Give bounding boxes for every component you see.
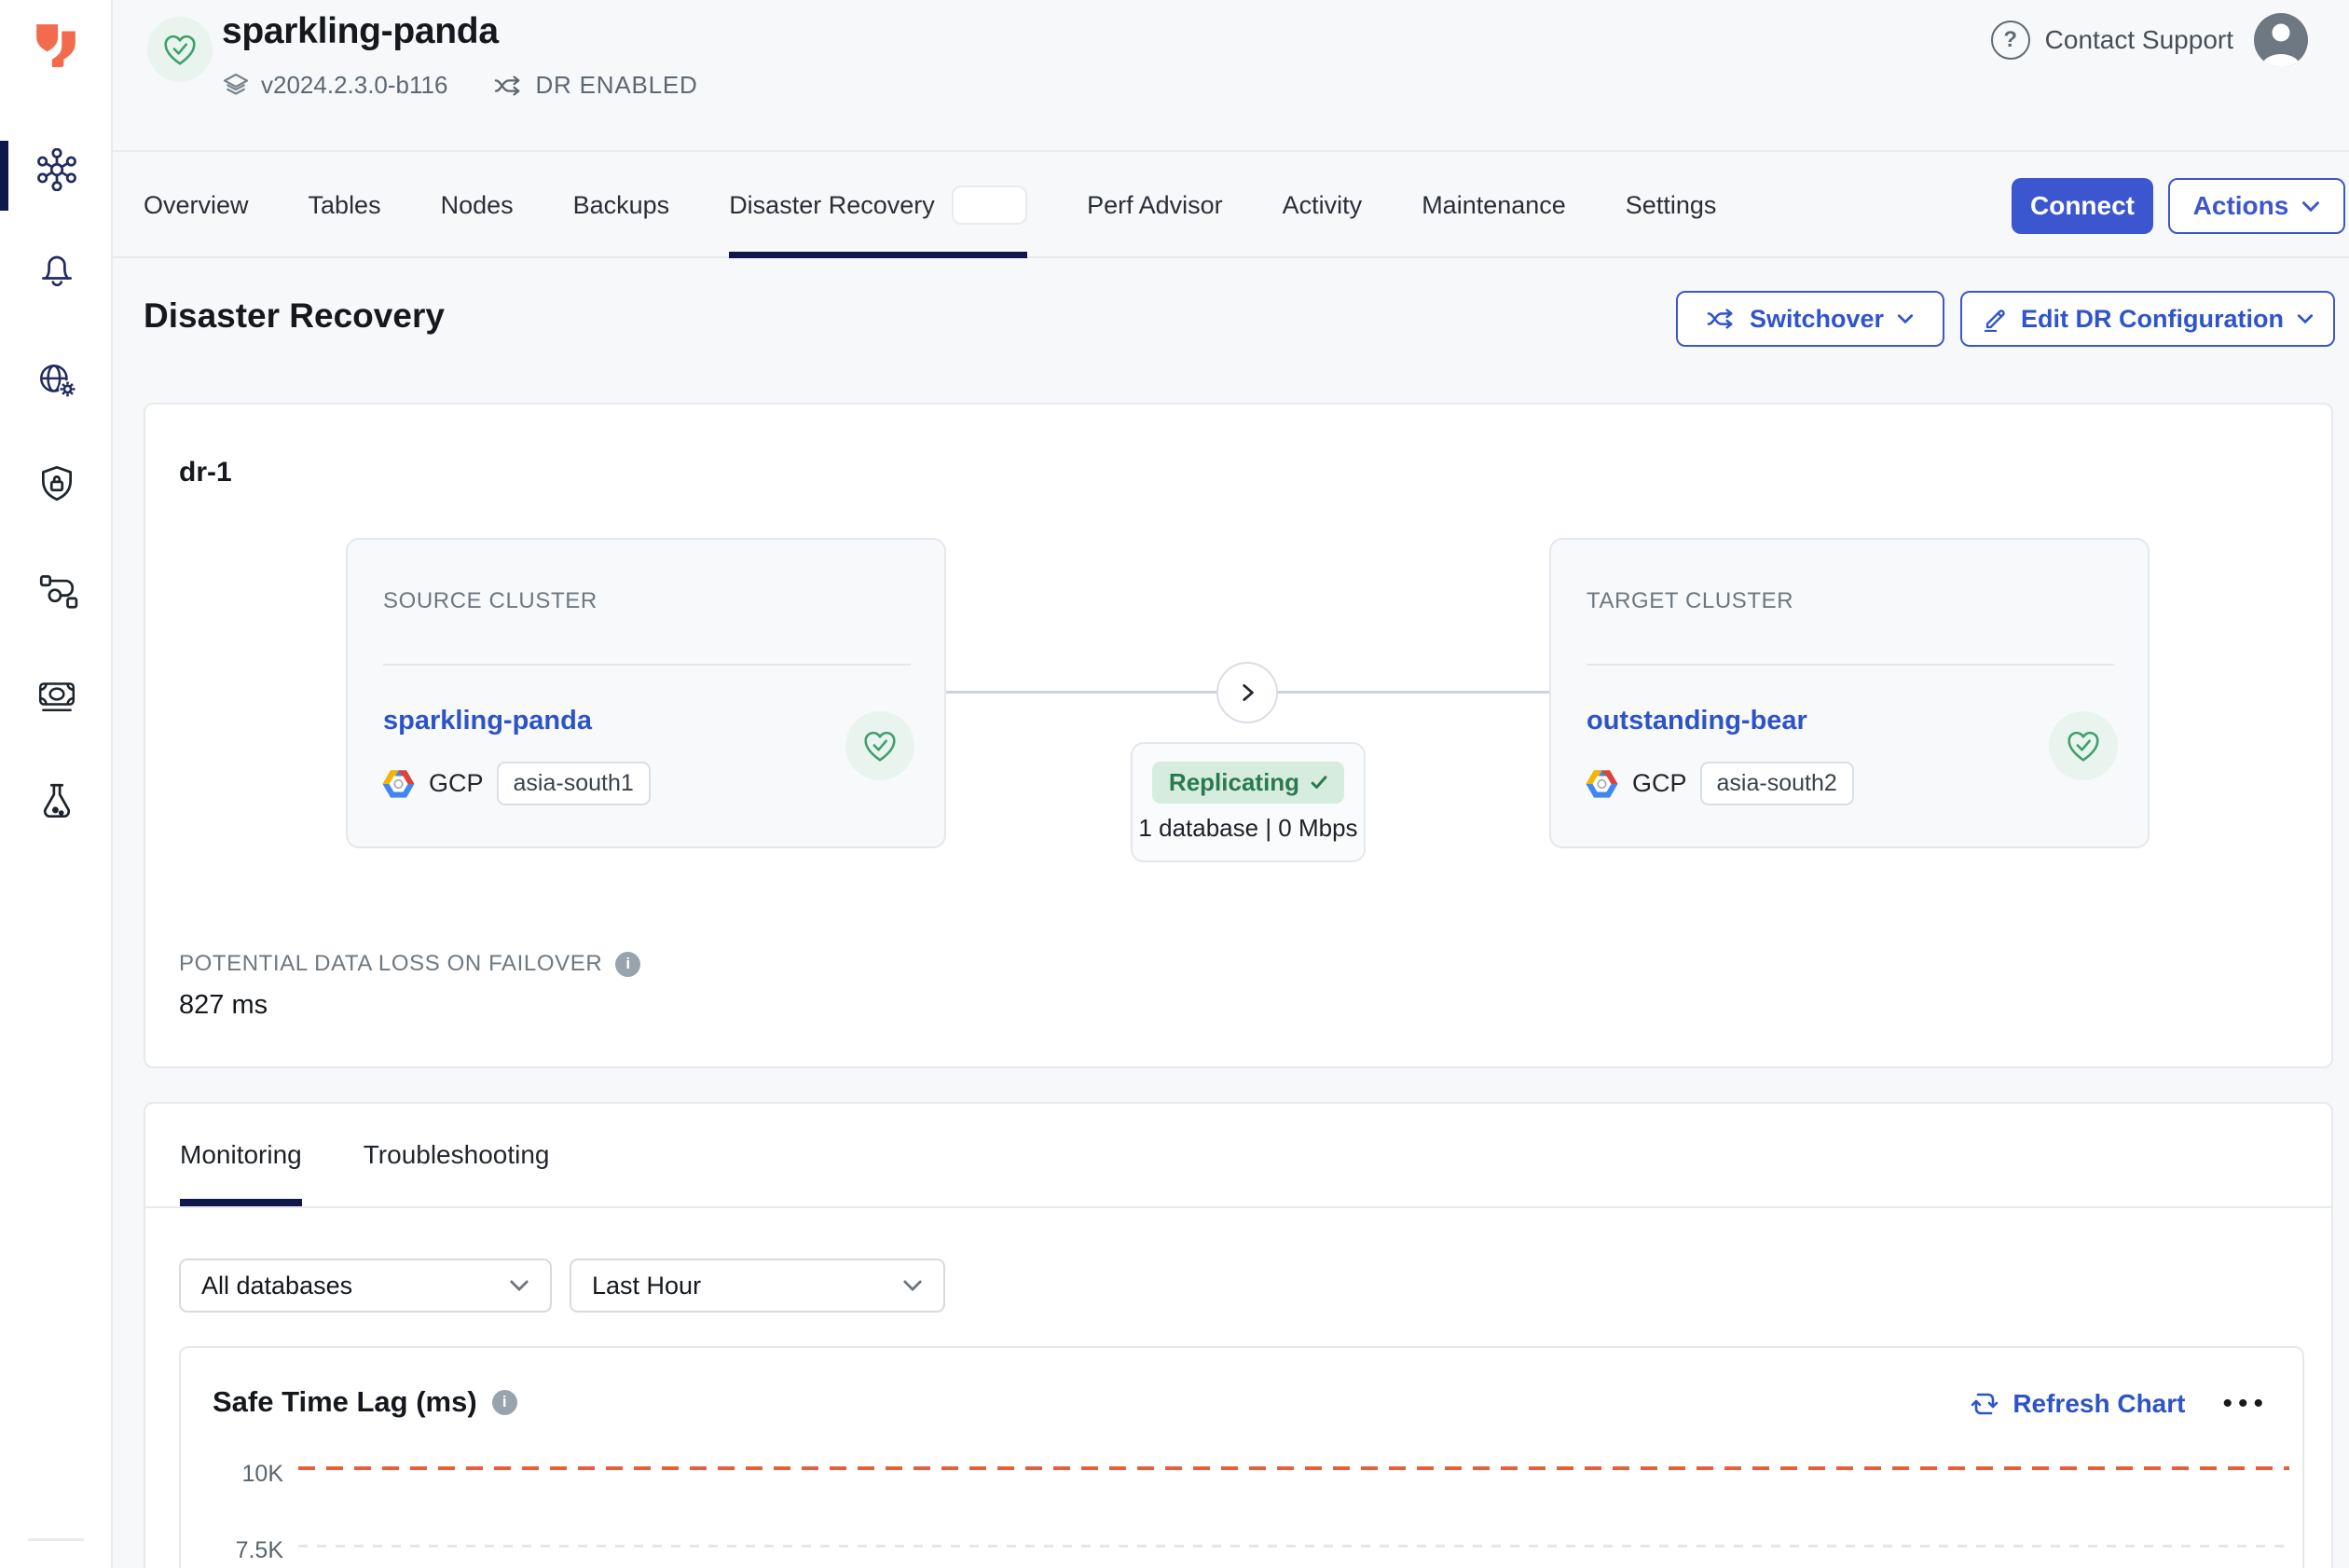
time-range-select[interactable]: Last Hour xyxy=(570,1259,945,1313)
source-health-icon xyxy=(845,711,914,780)
source-region-chip: asia-south1 xyxy=(497,762,651,805)
tab-troubleshooting[interactable]: Troubleshooting xyxy=(364,1104,550,1206)
page-cluster-name: sparkling-panda xyxy=(222,11,499,52)
tab-nodes[interactable]: Nodes xyxy=(441,152,514,258)
y-tick-10k: 10K xyxy=(181,1461,283,1488)
connect-button[interactable]: Connect xyxy=(2012,178,2153,234)
new-badge: New xyxy=(952,186,1027,225)
source-cluster-box: SOURCE CLUSTER sparkling-panda GCP asia-… xyxy=(346,538,946,848)
safe-time-lag-chart-card: Safe Time Lag (ms) i Refresh Chart ••• 1… xyxy=(179,1346,2304,1568)
check-icon xyxy=(1311,776,1327,790)
info-icon[interactable]: i xyxy=(615,952,640,977)
refresh-icon xyxy=(1970,1389,1999,1419)
contact-support-label: Contact Support xyxy=(2045,25,2233,55)
dr-config-name: dr-1 xyxy=(179,457,232,488)
page-title: Disaster Recovery xyxy=(144,296,445,336)
user-avatar[interactable] xyxy=(2254,13,2308,67)
flow-icon xyxy=(35,569,78,612)
shield-lock-icon xyxy=(35,462,78,505)
replication-status-box: Replicating 1 database | 0 Mbps xyxy=(1131,742,1366,862)
gcp-icon xyxy=(381,768,416,800)
yugabyte-logo[interactable] xyxy=(30,21,82,67)
target-cluster-link[interactable]: outstanding-bear xyxy=(1587,706,1807,736)
refresh-chart-button[interactable]: Refresh Chart xyxy=(1970,1389,2185,1419)
tab-activity[interactable]: Activity xyxy=(1283,152,1363,258)
version-label: v2024.2.3.0-b116 xyxy=(261,71,447,100)
globe-gear-icon xyxy=(35,359,78,402)
switchover-button[interactable]: Switchover xyxy=(1676,291,1944,347)
replication-direction-button[interactable] xyxy=(1216,662,1278,723)
tab-perf-advisor[interactable]: Perf Advisor xyxy=(1087,152,1223,258)
target-cluster-label: TARGET CLUSTER xyxy=(1587,588,1793,614)
dr-enabled-badge: DR ENABLED xyxy=(535,71,697,100)
switchover-icon xyxy=(1707,308,1737,330)
sidebar-item-security[interactable] xyxy=(35,462,78,505)
layers-icon xyxy=(222,72,250,100)
replication-status-badge: Replicating xyxy=(1152,762,1344,804)
sidebar-item-integrations[interactable] xyxy=(35,569,78,612)
sidebar-item-labs[interactable] xyxy=(35,780,78,823)
tab-maintenance[interactable]: Maintenance xyxy=(1422,152,1566,258)
source-cluster-label: SOURCE CLUSTER xyxy=(383,588,598,614)
actions-button[interactable]: Actions xyxy=(2168,178,2345,234)
source-cluster-link[interactable]: sparkling-panda xyxy=(383,706,592,736)
threshold-line xyxy=(298,1466,2289,1470)
gcp-icon xyxy=(1585,768,1619,800)
chevron-down-icon xyxy=(2301,200,2320,213)
contact-support-link[interactable]: ? Contact Support xyxy=(1991,21,2233,60)
bell-icon xyxy=(35,247,78,290)
chevron-down-icon xyxy=(902,1279,923,1292)
chevron-right-icon xyxy=(1235,681,1259,705)
dr-config-card: dr-1 SOURCE CLUSTER sparkling-panda GCP … xyxy=(144,403,2333,1068)
tab-disaster-recovery[interactable]: Disaster Recovery New xyxy=(729,152,1027,258)
monitoring-card: Monitoring Troubleshooting All databases… xyxy=(144,1102,2333,1568)
sidebar-item-alerts[interactable] xyxy=(35,247,78,290)
target-provider-label: GCP xyxy=(1632,769,1687,798)
tab-backups[interactable]: Backups xyxy=(573,152,670,258)
source-provider-label: GCP xyxy=(429,769,484,798)
money-icon xyxy=(35,673,78,716)
sidebar-item-regions[interactable] xyxy=(35,359,78,402)
cluster-meta: v2024.2.3.0-b116 DR ENABLED xyxy=(222,71,698,100)
database-filter-select[interactable]: All databases xyxy=(179,1259,552,1313)
sidebar xyxy=(0,0,113,1568)
tab-monitoring[interactable]: Monitoring xyxy=(180,1104,302,1206)
monitoring-tabbar: Monitoring Troubleshooting xyxy=(145,1104,2331,1208)
chart-menu-button[interactable]: ••• xyxy=(2222,1390,2269,1418)
chart-title: Safe Time Lag (ms) xyxy=(213,1385,477,1419)
tab-settings[interactable]: Settings xyxy=(1626,152,1717,258)
replication-detail: 1 database | 0 Mbps xyxy=(1138,814,1357,843)
flask-icon xyxy=(35,780,78,823)
edit-dr-configuration-button[interactable]: Edit DR Configuration xyxy=(1960,291,2335,347)
shuffle-icon xyxy=(494,75,524,97)
active-nav-indicator xyxy=(0,141,8,211)
sidebar-divider xyxy=(28,1538,84,1541)
universe-icon xyxy=(35,148,78,191)
sidebar-item-billing[interactable] xyxy=(35,673,78,716)
target-region-chip: asia-south2 xyxy=(1700,762,1854,805)
y-tick-7-5k: 7.5K xyxy=(181,1537,283,1564)
gridline-7-5k xyxy=(298,1545,2289,1547)
info-icon[interactable]: i xyxy=(492,1390,517,1415)
app: sparkling-panda v2024.2.3.0-b116 DR ENAB… xyxy=(0,0,2349,1568)
chevron-down-icon xyxy=(2297,313,2314,324)
pencil-icon xyxy=(1982,306,2008,332)
data-loss-value: 827 ms xyxy=(179,990,268,1021)
target-health-icon xyxy=(2049,711,2118,780)
cluster-health-icon xyxy=(147,17,213,82)
chevron-down-icon xyxy=(1897,313,1914,324)
data-loss-label: POTENTIAL DATA LOSS ON FAILOVER xyxy=(179,951,602,977)
tab-overview[interactable]: Overview xyxy=(144,152,249,258)
chevron-down-icon xyxy=(509,1279,529,1292)
question-icon: ? xyxy=(1991,21,2030,60)
target-cluster-box: TARGET CLUSTER outstanding-bear GCP asia… xyxy=(1549,538,2150,848)
sidebar-item-universe[interactable] xyxy=(35,148,78,191)
tab-tables[interactable]: Tables xyxy=(309,152,381,258)
